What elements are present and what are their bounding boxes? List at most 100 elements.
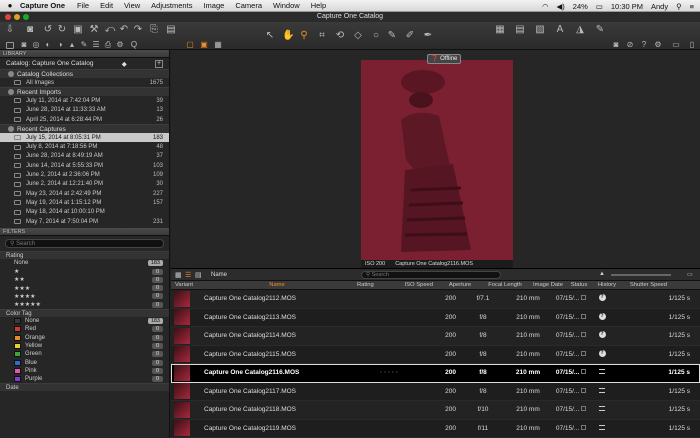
collection-item[interactable]: July 8, 2014 at 7:18:56 PM 48 bbox=[0, 142, 169, 151]
collection-item[interactable]: May 18, 2014 at 10:00:10 PM bbox=[0, 208, 169, 217]
collection-item[interactable]: April 25, 2014 at 6:28:44 PM 26 bbox=[0, 115, 169, 124]
collection-item[interactable]: June 2, 2014 at 2:36:06 PM 109 bbox=[0, 170, 169, 179]
volume-icon[interactable]: ◀) bbox=[557, 2, 565, 11]
image-row[interactable]: Capture One Catalog2116.MOS · · · · · 200 f… bbox=[171, 364, 700, 383]
menu-adjustments[interactable]: Adjustments bbox=[151, 1, 192, 10]
sidecar-icon[interactable]: ▣ bbox=[72, 24, 84, 36]
variant-thumbnail[interactable] bbox=[174, 420, 190, 437]
color-tag-filter-row[interactable]: Yellow 0 bbox=[0, 342, 169, 350]
color-tag-filter-row[interactable]: Green 0 bbox=[0, 350, 169, 358]
menu-view[interactable]: View bbox=[124, 1, 140, 10]
collection-item[interactable]: June 28, 2014 at 11:33:33 AM 13 bbox=[0, 106, 169, 115]
variant-thumbnail[interactable] bbox=[174, 364, 190, 381]
rating-filter-row[interactable]: ★★ 0 bbox=[0, 276, 169, 284]
color-tag-filter-row[interactable]: Red 0 bbox=[0, 325, 169, 333]
minimize-window-button[interactable] bbox=[14, 14, 20, 20]
color-tag-filter-row[interactable]: Blue 0 bbox=[0, 358, 169, 366]
menu-file[interactable]: File bbox=[77, 1, 89, 10]
rating-filter-row[interactable]: ★★★★ 0 bbox=[0, 292, 169, 300]
camera-icon[interactable]: ◙ bbox=[24, 24, 36, 36]
rotate-cursor-icon[interactable]: ⟲ bbox=[334, 30, 346, 42]
image-row[interactable]: Capture One Catalog2117.MOS 200 f/8 210 mm 0… bbox=[171, 383, 700, 401]
variant-thumbnail[interactable] bbox=[174, 309, 190, 326]
preview-image[interactable] bbox=[361, 60, 513, 260]
column-header-status[interactable]: Status bbox=[565, 282, 593, 288]
column-header-focal-length[interactable]: Focal Length bbox=[479, 282, 531, 288]
thumbnail-size-slider[interactable] bbox=[611, 274, 671, 276]
rating-header[interactable]: Rating bbox=[0, 251, 169, 260]
add-collection-icon[interactable]: + bbox=[154, 59, 163, 68]
annotation-cursor-icon[interactable]: ✒ bbox=[422, 30, 434, 42]
menu-window[interactable]: Window bbox=[273, 1, 300, 10]
spot-removal-cursor-icon[interactable]: ○ bbox=[370, 30, 382, 42]
catalog-dropdown-icon[interactable]: ◆ bbox=[122, 60, 127, 68]
collection-item[interactable]: June 2, 2014 at 12:21:40 PM 30 bbox=[0, 180, 169, 189]
column-header-variant[interactable]: Variant bbox=[171, 282, 197, 288]
catalog-collections-group[interactable]: Catalog Collections bbox=[0, 69, 169, 78]
variant-thumbnail[interactable] bbox=[174, 401, 190, 418]
zoom-cursor-icon[interactable]: ⚲ bbox=[298, 30, 310, 42]
grid-mode-icon[interactable]: ▦ bbox=[175, 271, 182, 279]
spotlight-icon[interactable]: ⚲ bbox=[676, 2, 682, 11]
image-date-checkbox[interactable] bbox=[581, 332, 587, 338]
collection-item[interactable]: July 15, 2014 at 8:05:31 PM 183 bbox=[0, 133, 169, 143]
undo-icon[interactable]: ↶ bbox=[118, 24, 130, 36]
notifications-icon[interactable]: ≡ bbox=[690, 2, 694, 11]
image-date-checkbox[interactable] bbox=[581, 424, 587, 430]
battery-percent[interactable]: 24% bbox=[573, 2, 588, 11]
image-date-checkbox[interactable] bbox=[581, 369, 587, 375]
variant-thumbnail[interactable] bbox=[174, 346, 190, 363]
brush-cursor-icon[interactable]: ✎ bbox=[386, 30, 398, 42]
edit-icon[interactable]: ✎ bbox=[594, 24, 606, 36]
image-row[interactable]: Capture One Catalog2119.MOS 200 f/11 210 mm… bbox=[171, 420, 700, 438]
close-window-button[interactable] bbox=[5, 14, 11, 20]
collection-item[interactable]: June 28, 2014 at 8:49:19 AM 37 bbox=[0, 152, 169, 161]
column-header-history[interactable]: History bbox=[593, 282, 621, 288]
menu-help[interactable]: Help bbox=[311, 1, 326, 10]
zoom-window-button[interactable] bbox=[23, 14, 29, 20]
collection-item[interactable]: May 19, 2014 at 1:15:12 PM 157 bbox=[0, 198, 169, 207]
proof-icon[interactable]: ▧ bbox=[534, 24, 546, 36]
menu-camera[interactable]: Camera bbox=[235, 1, 262, 10]
color-tag-filter-row[interactable]: None 183 bbox=[0, 317, 169, 325]
apple-menu-icon[interactable]: ● bbox=[0, 1, 20, 10]
collection-item[interactable]: May 7, 2014 at 7:50:04 PM 231 bbox=[0, 217, 169, 226]
pan-cursor-icon[interactable]: ✋ bbox=[282, 30, 294, 42]
all-images-item[interactable]: All Images 1675 bbox=[0, 78, 169, 87]
exposure-warning-icon[interactable]: A bbox=[554, 24, 566, 36]
image-rating[interactable]: · · · · · bbox=[380, 369, 416, 376]
import-icon[interactable]: ⇩ bbox=[4, 24, 16, 36]
crop-cursor-icon[interactable]: ⌗ bbox=[316, 30, 328, 42]
column-header-rating[interactable]: Rating bbox=[357, 282, 393, 288]
catalog-selector[interactable]: Catalog: Capture One Catalog ◆ + bbox=[0, 58, 169, 69]
wifi-icon[interactable]: ◠ bbox=[542, 2, 549, 11]
date-header[interactable]: Date bbox=[0, 383, 169, 392]
overlay-icon[interactable]: ▤ bbox=[514, 24, 526, 36]
filmstrip-mode-icon[interactable]: ▤ bbox=[195, 271, 202, 279]
sort-dropdown[interactable]: Name bbox=[211, 272, 227, 278]
keystone-cursor-icon[interactable]: ◇ bbox=[352, 30, 364, 42]
collection-item[interactable]: July 11, 2014 at 7:42:04 PM 39 bbox=[0, 96, 169, 105]
image-row[interactable]: Capture One Catalog2118.MOS 200 f/10 210 mm… bbox=[171, 401, 700, 420]
user-menu[interactable]: Andy bbox=[651, 2, 668, 11]
filter-search-input[interactable]: ⚲ Search bbox=[5, 239, 164, 249]
variant-thumbnail[interactable] bbox=[174, 327, 190, 344]
image-row[interactable]: Capture One Catalog2112.MOS 200 f/7.1 210 m… bbox=[171, 290, 700, 309]
column-header-aperture[interactable]: Aperture bbox=[441, 282, 479, 288]
layout-icon[interactable]: ▤ bbox=[165, 24, 177, 36]
color-tag-filter-row[interactable]: Purple 0 bbox=[0, 375, 169, 383]
variant-thumbnail[interactable] bbox=[174, 383, 190, 400]
select-cursor-icon[interactable]: ↖ bbox=[264, 30, 276, 42]
redo-icon[interactable]: ↷ bbox=[132, 24, 144, 36]
recent-captures-group[interactable]: Recent Captures bbox=[0, 124, 169, 134]
collection-item[interactable]: June 14, 2014 at 5:55:33 PM 103 bbox=[0, 161, 169, 170]
menu-image[interactable]: Image bbox=[203, 1, 224, 10]
focus-mask-icon[interactable]: ◮ bbox=[574, 24, 586, 36]
picker-cursor-icon[interactable]: ✐ bbox=[404, 30, 416, 42]
column-header-name[interactable]: Name bbox=[197, 282, 357, 288]
copy-adjustments-icon[interactable]: ⎘ bbox=[148, 24, 160, 36]
image-date-checkbox[interactable] bbox=[581, 295, 587, 301]
color-tag-header[interactable]: Color Tag bbox=[0, 308, 169, 317]
menu-edit[interactable]: Edit bbox=[100, 1, 113, 10]
color-tag-filter-row[interactable]: Orange 0 bbox=[0, 334, 169, 342]
